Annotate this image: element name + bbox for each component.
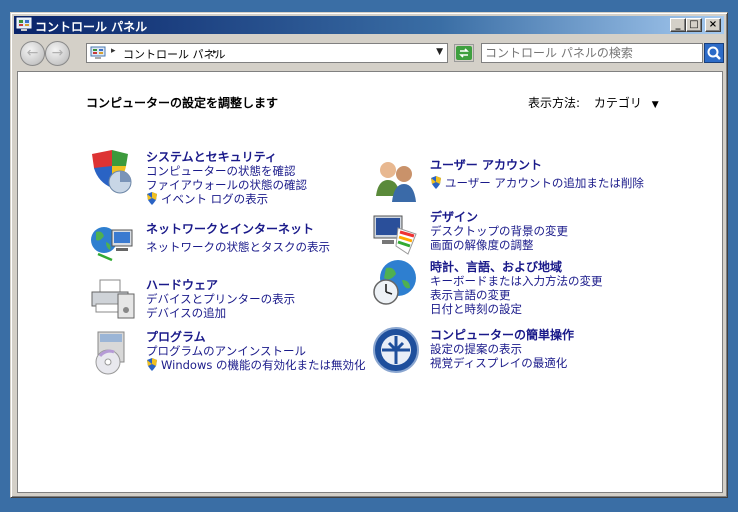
category-title[interactable]: プログラム [146,328,206,345]
link-label: Windows の機能の有効化または無効化 [161,358,366,372]
control-panel-window: コントロール パネル _ □ × ← → ▸ コントロール パネル ▸ ▼ コン… [10,12,728,498]
ease-of-access-icon[interactable] [372,326,420,374]
view-by-label: 表示方法: [528,96,581,110]
link-uninstall-program[interactable]: プログラムのアンインストール [146,344,366,358]
link-label: 日付と時刻の設定 [430,302,522,316]
link-label: ファイアウォールの状態の確認 [146,178,307,192]
forward-button[interactable]: → [45,41,70,66]
category-links: 設定の提案の表示 視覚ディスプレイの最適化 [430,342,567,370]
title-bar[interactable]: コントロール パネル _ □ × [14,16,724,34]
link-label: 設定の提案の表示 [430,342,522,356]
link-label: キーボードまたは入力方法の変更 [430,274,603,288]
network-globe-icon[interactable] [88,220,136,268]
breadcrumb-chevron-icon[interactable]: ▸ [213,47,217,56]
search-field[interactable] [481,43,703,63]
category-links: ネットワークの状態とタスクの表示 [146,240,330,254]
search-icon [707,46,721,60]
clock-globe-icon[interactable] [372,258,420,306]
link-label: デスクトップの背景の変更 [430,224,568,238]
search-button[interactable] [704,43,724,63]
category-title[interactable]: ハードウェア [146,276,218,293]
refresh-button[interactable] [454,44,474,62]
link-change-display-language[interactable]: 表示言語の変更 [430,288,603,302]
view-by-value[interactable]: カテゴリ [594,96,642,110]
link-windows-features[interactable]: Windows の機能の有効化または無効化 [146,358,366,372]
category-links: プログラムのアンインストール Windows の機能の有効化または無効化 [146,344,366,372]
category-title[interactable]: システムとセキュリティ [146,148,277,165]
link-add-device[interactable]: デバイスの追加 [146,306,295,320]
link-label: コンピューターの状態を確認 [146,164,296,178]
link-view-network-status[interactable]: ネットワークの状態とタスクの表示 [146,240,330,254]
uac-shield-icon [147,358,157,371]
link-label: ネットワークの状態とタスクの表示 [146,240,330,254]
link-change-desktop-background[interactable]: デスクトップの背景の変更 [430,224,568,238]
link-adjust-screen-resolution[interactable]: 画面の解像度の調整 [430,238,568,252]
back-button[interactable]: ← [20,41,45,66]
display-palette-icon[interactable] [372,208,420,256]
refresh-icon [456,46,472,60]
category-links: ユーザー アカウントの追加または削除 [430,176,644,190]
chevron-down-icon[interactable]: ▼ [652,100,659,110]
link-change-keyboard-input[interactable]: キーボードまたは入力方法の変更 [430,274,603,288]
search-input[interactable] [482,44,698,62]
link-label: 画面の解像度の調整 [430,238,534,252]
category-links: デバイスとプリンターの表示 デバイスの追加 [146,292,295,320]
link-optimize-visual-display[interactable]: 視覚ディスプレイの最適化 [430,356,567,370]
link-label: デバイスの追加 [146,306,227,320]
printer-icon[interactable] [88,276,136,324]
view-by-control[interactable]: 表示方法: カテゴリ ▼ [528,94,659,111]
link-check-computer-status[interactable]: コンピューターの状態を確認 [146,164,307,178]
link-label: ユーザー アカウントの追加または削除 [445,176,644,190]
address-toolbar: ← → ▸ コントロール パネル ▸ ▼ [14,35,724,71]
close-button[interactable]: × [705,18,721,32]
category-links: デスクトップの背景の変更 画面の解像度の調整 [430,224,568,252]
control-panel-icon [90,46,106,59]
address-dropdown-icon[interactable]: ▼ [436,47,443,57]
page-title: コンピューターの設定を調整します [86,96,279,110]
category-links: キーボードまたは入力方法の変更 表示言語の変更 日付と時刻の設定 [430,274,603,316]
link-label: デバイスとプリンターの表示 [146,292,296,306]
uac-shield-icon [431,176,441,189]
link-label: イベント ログの表示 [161,192,269,206]
category-title[interactable]: デザイン [430,208,478,225]
users-icon[interactable] [372,156,420,204]
maximize-button[interactable]: □ [686,18,702,32]
link-view-devices-printers[interactable]: デバイスとプリンターの表示 [146,292,295,306]
link-label: プログラムのアンインストール [146,344,306,358]
minimize-button[interactable]: _ [670,18,686,32]
content-pane: コンピューターの設定を調整します 表示方法: カテゴリ ▼ システムとセキュリテ… [17,71,723,493]
programs-disc-icon[interactable] [88,328,136,376]
link-label: 表示言語の変更 [430,288,511,302]
control-panel-icon [16,17,32,31]
link-suggested-settings[interactable]: 設定の提案の表示 [430,342,567,356]
category-title[interactable]: コンピューターの簡単操作 [430,326,574,343]
link-set-date-time[interactable]: 日付と時刻の設定 [430,302,603,316]
category-links: コンピューターの状態を確認 ファイアウォールの状態の確認 イベント ログの表示 [146,164,307,206]
shield-chart-icon[interactable] [88,148,136,196]
category-title[interactable]: 時計、言語、および地域 [430,258,562,275]
breadcrumb-separator-icon[interactable]: ▸ [111,46,116,56]
link-view-event-logs[interactable]: イベント ログの表示 [146,192,307,206]
category-title[interactable]: ユーザー アカウント [430,156,542,173]
address-bar[interactable]: ▸ コントロール パネル ▸ ▼ [86,43,448,63]
uac-shield-icon [147,192,157,205]
category-title[interactable]: ネットワークとインターネット [146,220,314,237]
link-label: 視覚ディスプレイの最適化 [430,356,568,370]
window-title: コントロール パネル [35,20,148,34]
breadcrumb-control-panel[interactable]: コントロール パネル [123,46,226,62]
link-check-firewall-status[interactable]: ファイアウォールの状態の確認 [146,178,307,192]
link-add-remove-accounts[interactable]: ユーザー アカウントの追加または削除 [430,176,644,190]
